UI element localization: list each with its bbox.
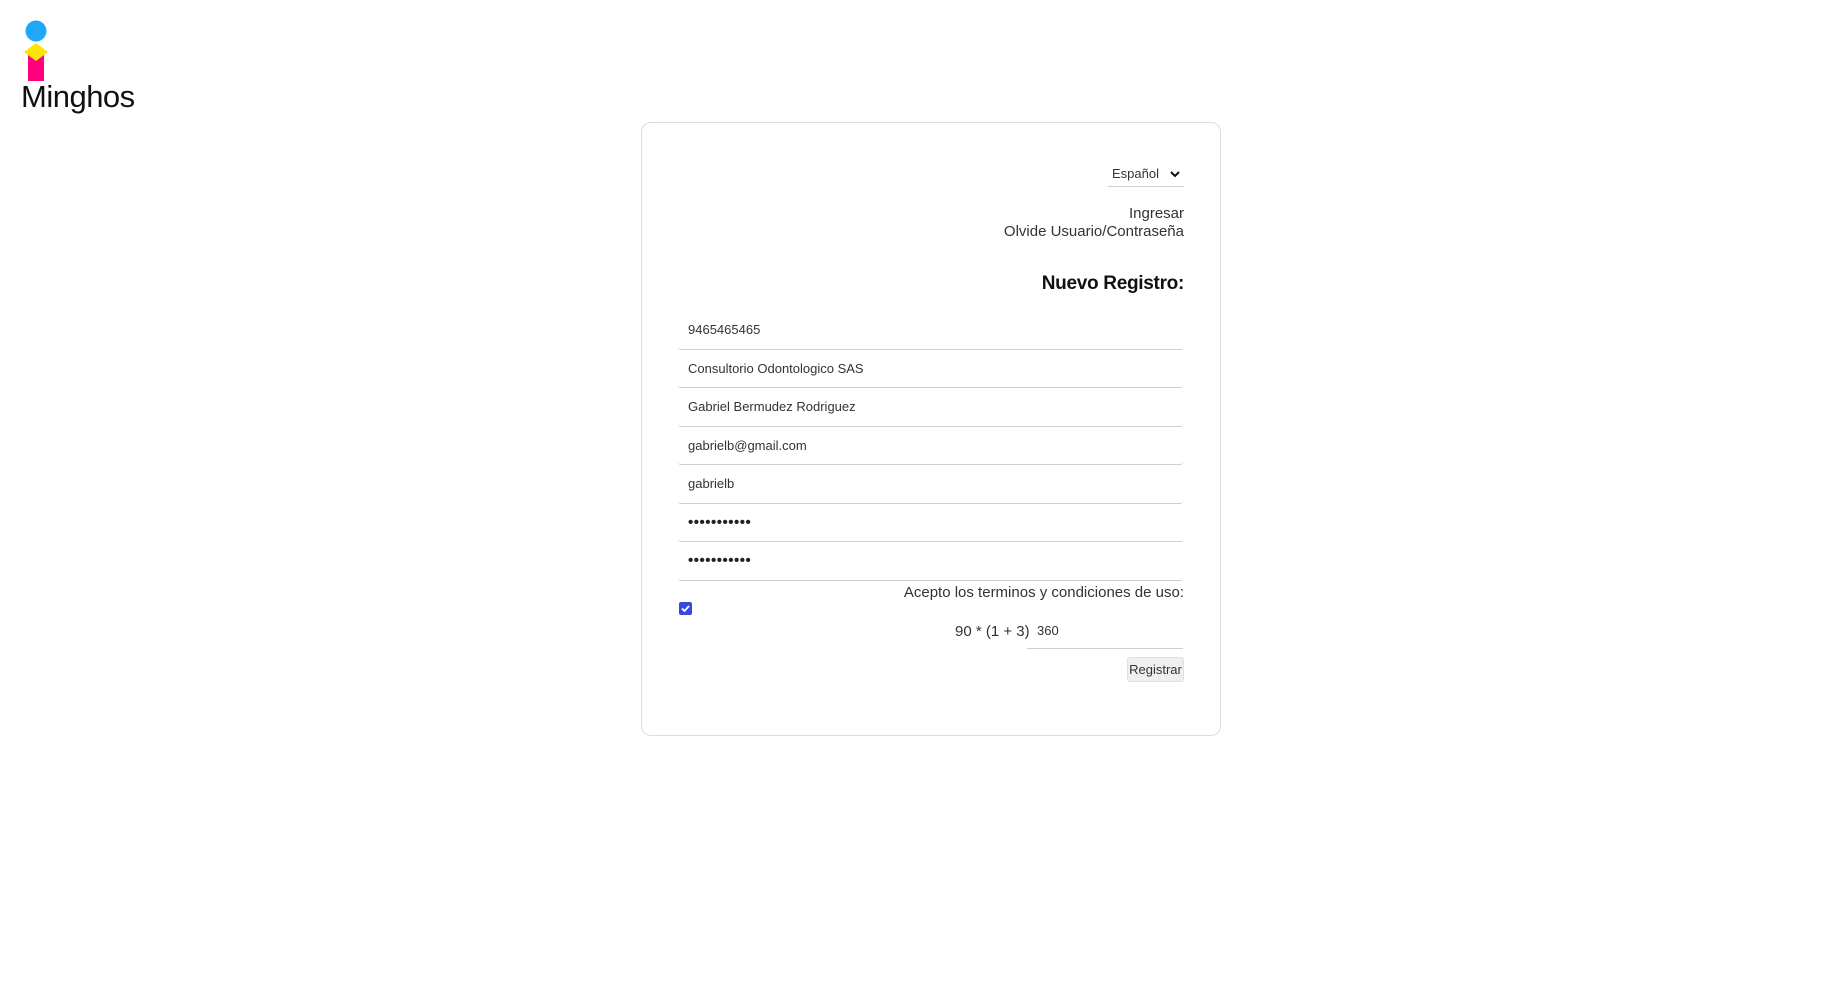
brand-name: Minghos (21, 79, 135, 114)
auth-links: Ingresar Olvide Usuario/Contraseña (1004, 205, 1184, 241)
checkmark-icon (681, 605, 690, 613)
chevron-down-icon (1170, 170, 1180, 177)
forgot-credentials-link[interactable]: Olvide Usuario/Contraseña (1004, 223, 1184, 241)
language-selected-label: Español (1112, 166, 1159, 181)
terms-label: Acepto los terminos y condiciones de uso… (903, 584, 1184, 601)
language-select[interactable]: Español (1108, 161, 1184, 187)
brand-logo: Minghos (21, 20, 151, 120)
login-link[interactable]: Ingresar (1004, 205, 1184, 223)
username-field[interactable]: gabrielb (678, 465, 1183, 504)
captcha-question: 90 * (1 + 3) (955, 623, 1030, 640)
form-title: Nuevo Registro: (1041, 273, 1185, 294)
company-name-field[interactable]: Consultorio Odontologico SAS (678, 350, 1183, 388)
terms-checkbox[interactable] (679, 602, 692, 615)
email-field[interactable]: gabrielb@gmail.com (678, 427, 1183, 465)
captcha-answer-field[interactable]: 360 (1027, 613, 1183, 649)
full-name-field[interactable]: Gabriel Bermudez Rodriguez (678, 388, 1183, 427)
logo-mark-icon (24, 20, 48, 81)
id-number-field[interactable]: 9465465465 (678, 311, 1183, 350)
registration-card: Español Ingresar Olvide Usuario/Contrase… (641, 122, 1221, 736)
confirm-password-field[interactable]: ••••••••••• (678, 542, 1183, 581)
password-field[interactable]: ••••••••••• (678, 504, 1183, 542)
registration-fields: 9465465465 Consultorio Odontologico SAS … (678, 311, 1183, 581)
register-button[interactable]: Registrar (1127, 657, 1184, 682)
